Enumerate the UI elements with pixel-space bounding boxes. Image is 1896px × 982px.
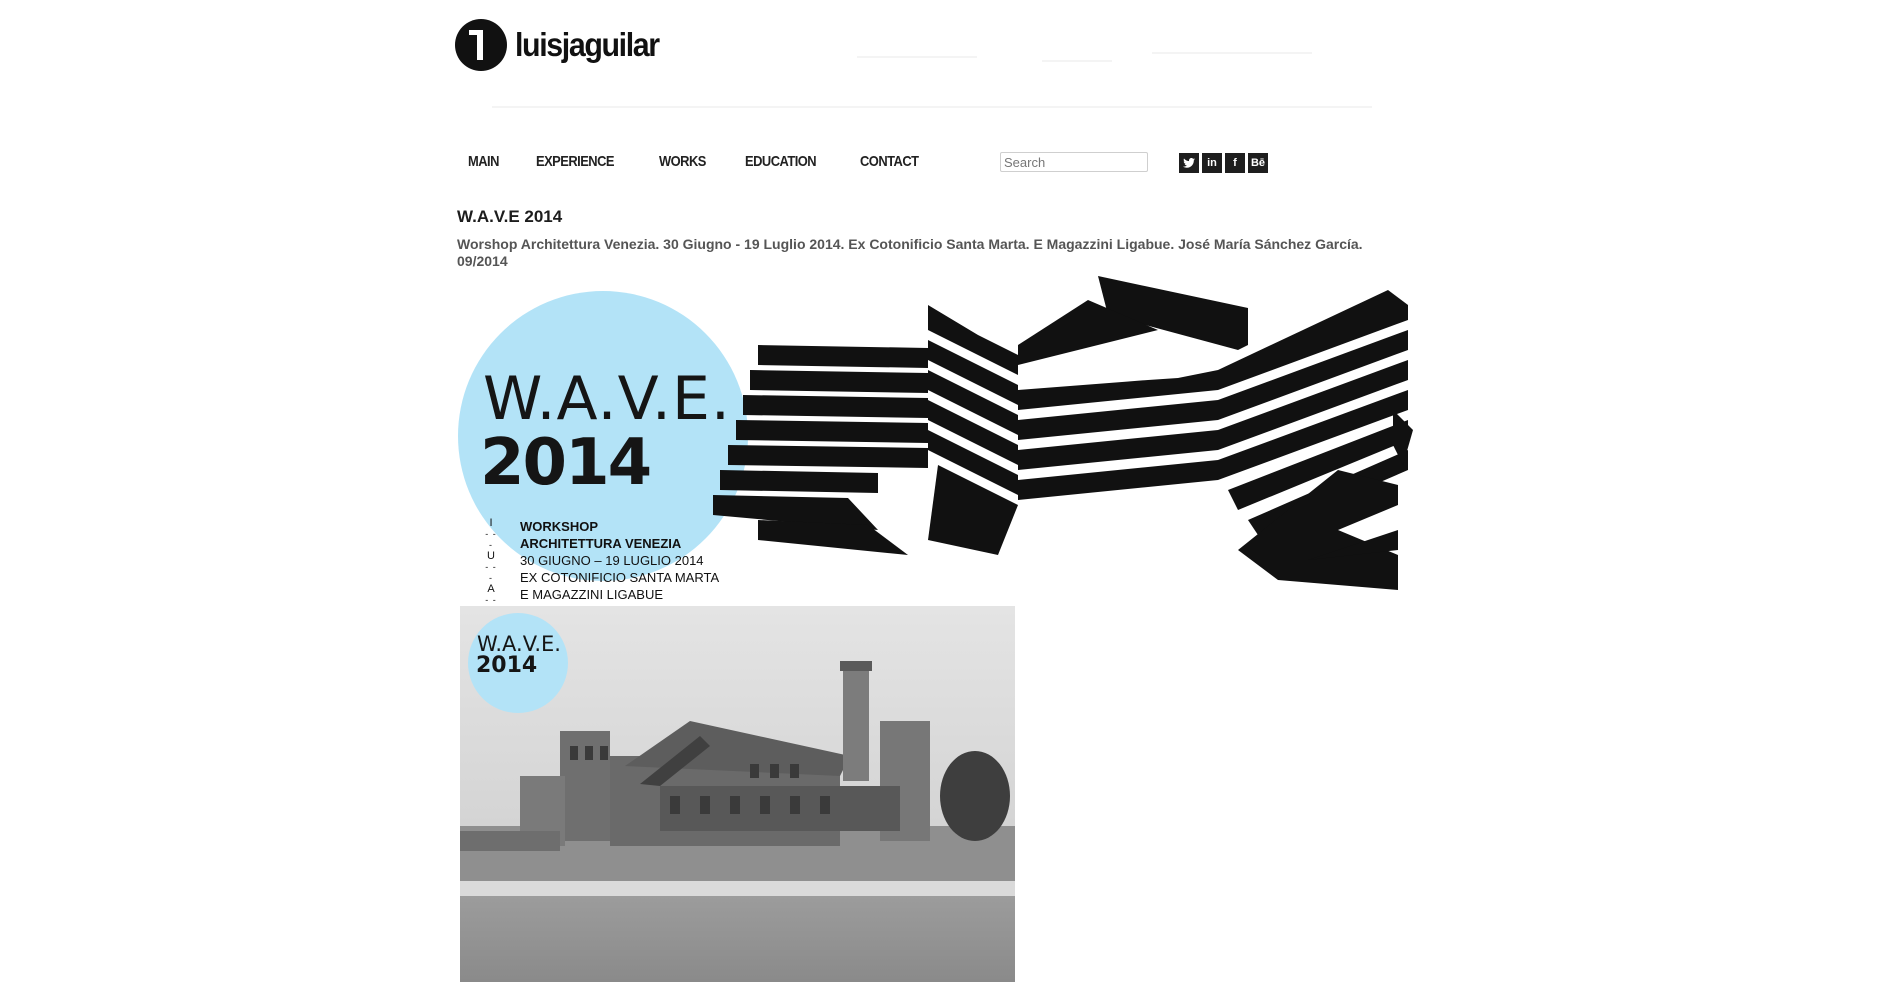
workshop-line: E MAGAZZINI LIGABUE [520, 587, 664, 602]
logo-mark-icon [455, 19, 507, 71]
poster-year: 2014 [480, 426, 652, 500]
iuav-letter: A [487, 583, 495, 595]
venice-photo: W.A.V.E. 2014 [460, 606, 1015, 982]
page-title: W.A.V.E 2014 [457, 207, 563, 226]
logo-text: luisjaguilar [515, 26, 660, 63]
nav-item-experience[interactable]: EXPERIENCE [536, 153, 615, 170]
facebook-icon[interactable]: f [1225, 153, 1245, 173]
main-nav: MAIN EXPERIENCE WORKS EDUCATION CONTACT [468, 153, 960, 170]
nav-item-works[interactable]: WORKS [659, 153, 706, 170]
ghost-line [857, 56, 977, 58]
dash: - - - [485, 529, 497, 550]
workshop-line: ARCHITETTURA VENEZIA [520, 536, 682, 551]
photo-badge-year: 2014 [476, 653, 538, 678]
linkedin-icon[interactable]: in [1202, 153, 1222, 173]
nav-item-main[interactable]: MAIN [468, 153, 499, 170]
photo-badge-title: W.A.V.E. [477, 632, 561, 656]
site-logo[interactable]: luisjaguilar [455, 19, 671, 71]
nav-item-education[interactable]: EDUCATION [745, 153, 817, 170]
nav-item-contact[interactable]: CONTACT [860, 153, 919, 170]
dash: - - - [485, 562, 497, 583]
ghost-line [1152, 52, 1312, 54]
search-input[interactable] [1000, 152, 1148, 172]
workshop-line: 30 GIUGNO – 19 LUGLIO 2014 [520, 553, 704, 568]
ghost-line [492, 106, 1372, 108]
twitter-icon[interactable] [1179, 153, 1199, 173]
ghost-line [1042, 60, 1112, 62]
iuav-letter: I [489, 517, 493, 529]
poster-image: W.A.V.E. 2014 I - - - U - - - A - - - V … [458, 270, 1418, 628]
iuav-letter: U [487, 550, 495, 562]
workshop-line: EX COTONIFICIO SANTA MARTA [520, 570, 720, 585]
social-links: in f Bē [1179, 153, 1268, 173]
workshop-info: WORKSHOP ARCHITETTURA VENEZIA 30 GIUGNO … [520, 518, 719, 603]
photo-scene [460, 606, 1015, 982]
poster-title: W.A.V.E. [483, 364, 731, 434]
behance-icon[interactable]: Bē [1248, 153, 1268, 173]
workshop-line: WORKSHOP [520, 519, 598, 534]
article-description: Worshop Architettura Venezia. 30 Giugno … [457, 236, 1363, 269]
